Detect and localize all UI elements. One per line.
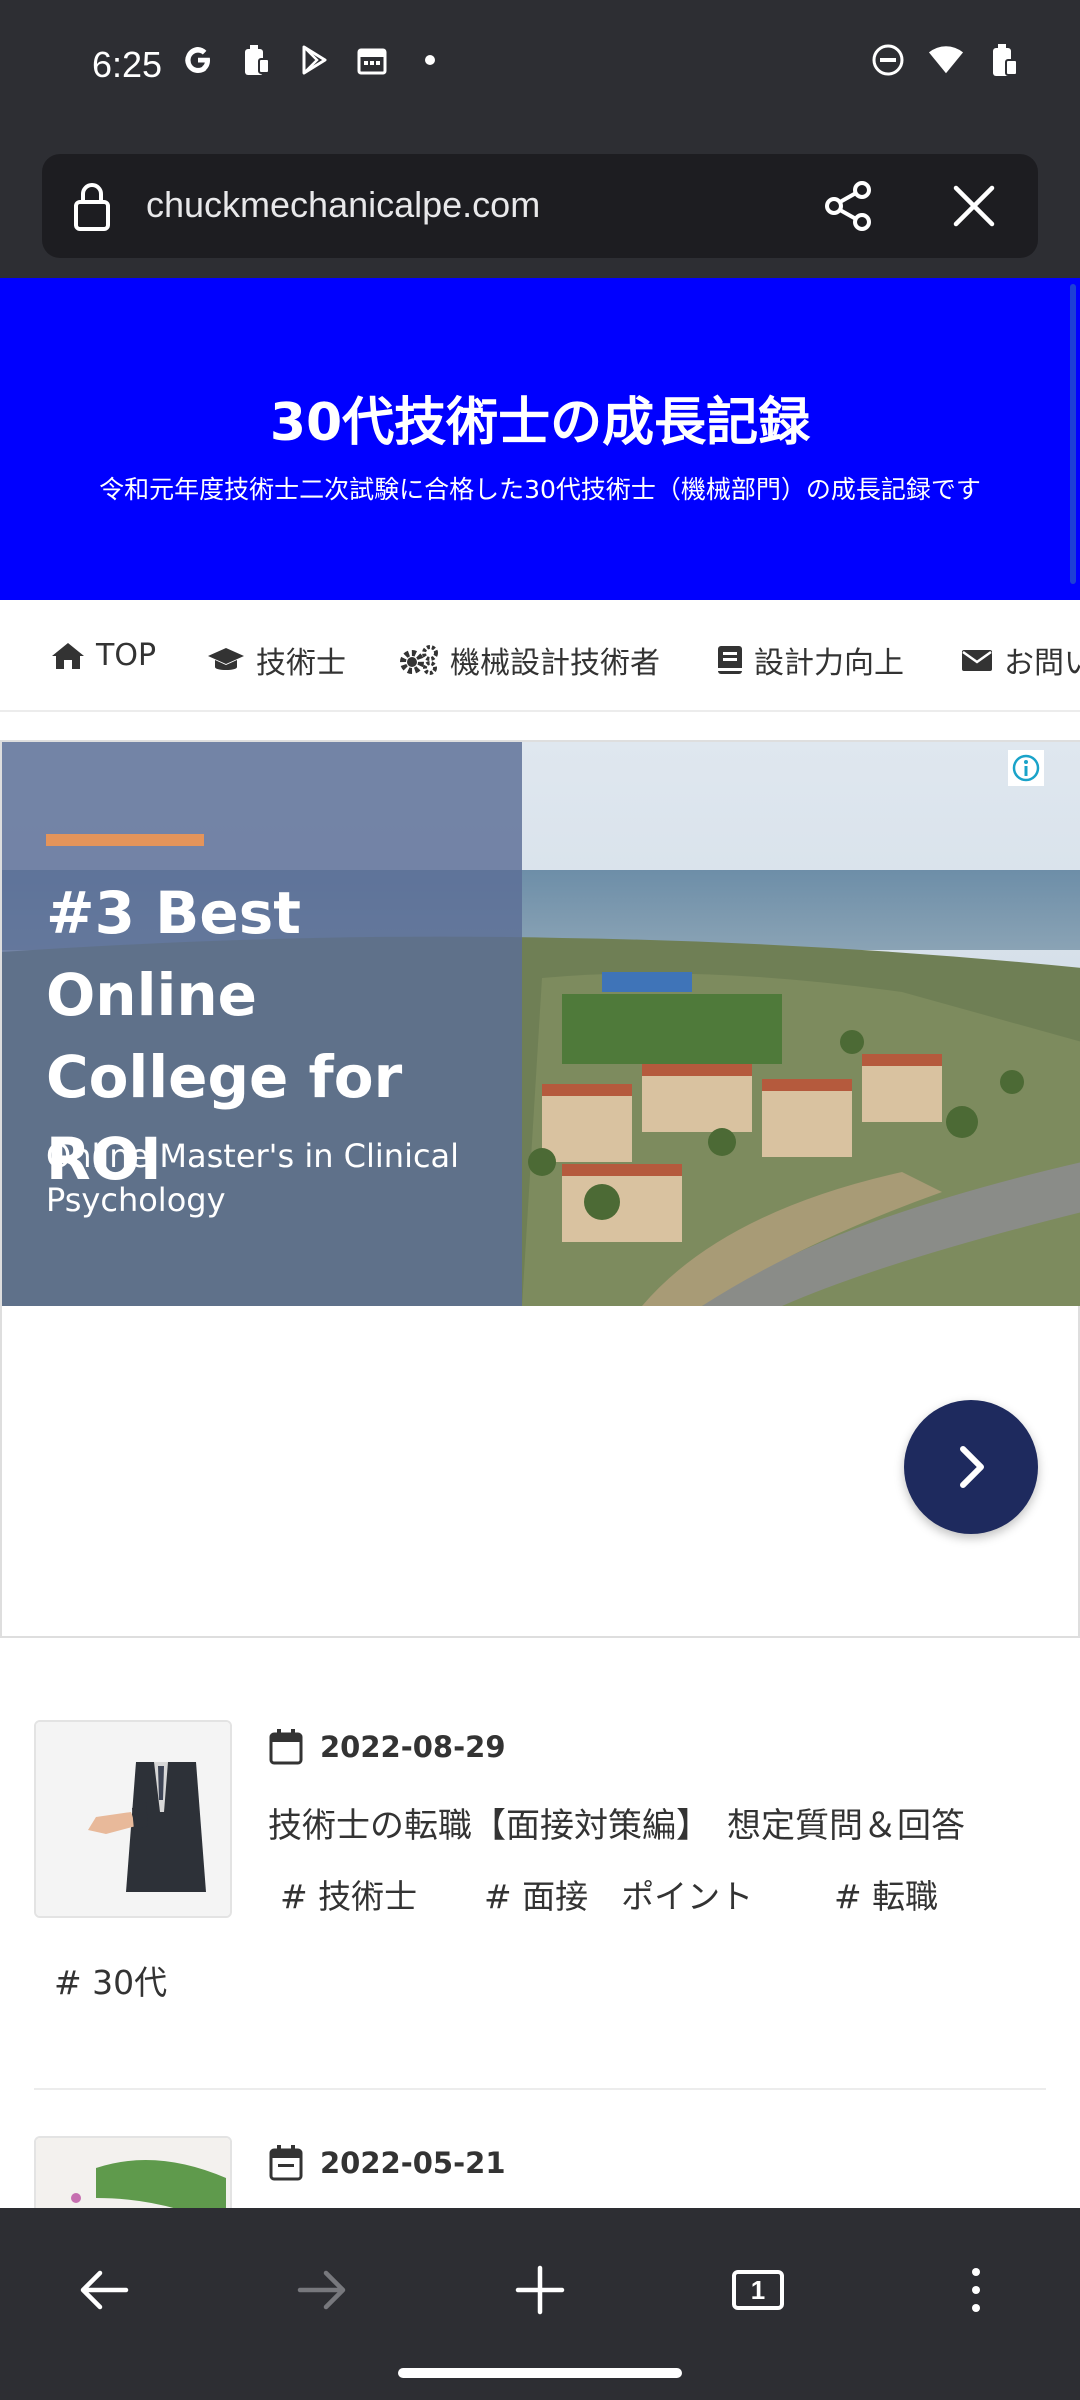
calendar-icon	[269, 1729, 303, 1765]
nav-label: TOP	[96, 638, 157, 673]
nav-label: お問い	[1004, 646, 1080, 681]
play-store-icon	[296, 42, 332, 78]
site-subtitle: 令和元年度技術士二次試験に合格した30代技術士（機械部門）の成長記録です	[99, 475, 981, 504]
battery-saver-icon	[238, 42, 274, 78]
tag-link[interactable]: # 技術士	[280, 1870, 417, 1918]
article-divider	[34, 2088, 1046, 2090]
article-thumbnail[interactable]	[34, 1720, 232, 1918]
tab-switcher-button[interactable]: 1	[722, 2254, 794, 2326]
more-options-icon	[972, 2268, 980, 2312]
status-bar: 6:25	[0, 0, 1080, 140]
envelope-icon	[962, 650, 992, 671]
back-arrow-icon	[80, 2270, 129, 2310]
advertisement[interactable]: #3 Best Online College for ROI Online Ma…	[0, 740, 1080, 1638]
article-date-row: 2022-05-21	[268, 2144, 506, 2182]
share-icon[interactable]	[820, 178, 876, 238]
battery-icon	[986, 42, 1022, 78]
forward-button[interactable]	[286, 2254, 358, 2326]
nav-item-engineer[interactable]: 技術士	[206, 638, 346, 682]
calendar-icon	[269, 2145, 303, 2181]
ad-subline[interactable]: Online Master's in Clinical Psychology	[46, 1134, 506, 1222]
site-nav: TOP 技術士 機械設計技術者 設計力向上 お問い	[0, 600, 1080, 712]
lock-icon[interactable]	[72, 180, 112, 236]
nav-item-design-skills[interactable]: 設計力向上	[716, 638, 904, 682]
nav-item-mechanical-design[interactable]: 機械設計技術者	[398, 638, 660, 682]
nav-label: 設計力向上	[754, 646, 904, 681]
ad-next-button[interactable]	[904, 1400, 1038, 1534]
book-icon	[718, 646, 742, 674]
info-icon[interactable]	[1008, 750, 1044, 786]
tag-link[interactable]: # 面接 ポイント	[484, 1870, 753, 1918]
site-header: 30代技術士の成長記録 令和元年度技術士二次試験に合格した30代技術士（機械部門…	[0, 278, 1080, 600]
chevron-right-icon	[960, 1446, 984, 1488]
gears-icon	[400, 645, 438, 675]
google-icon	[180, 42, 216, 78]
page-scrollbar[interactable]	[1070, 284, 1076, 584]
close-icon[interactable]	[948, 180, 1000, 236]
system-icons	[870, 42, 1022, 78]
nav-label: 技術士	[256, 646, 346, 681]
browser-bottom-bar: 1	[0, 2208, 1080, 2400]
status-time: 6:25	[92, 44, 163, 85]
graduation-cap-icon	[208, 648, 244, 670]
tag-link[interactable]: # 転職	[834, 1870, 938, 1918]
wifi-icon	[928, 42, 964, 78]
article-date: 2022-05-21	[320, 2146, 506, 2180]
new-tab-plus-icon	[515, 2265, 565, 2315]
handshake-photo	[36, 1722, 230, 1916]
browser-toolbar: chuckmechanicalpe.com	[0, 140, 1080, 278]
notification-icons	[180, 42, 448, 78]
more-options-button[interactable]	[940, 2254, 1012, 2326]
article-title[interactable]: 技術士の転職【面接対策編】 想定質問＆回答	[268, 1798, 965, 1847]
back-button[interactable]	[68, 2254, 140, 2326]
do-not-disturb-icon	[870, 42, 906, 78]
dot-icon	[412, 42, 448, 78]
nav-label: 機械設計技術者	[450, 646, 660, 681]
forward-arrow-icon	[297, 2270, 346, 2310]
calendar-icon	[354, 42, 390, 78]
home-icon	[52, 642, 84, 669]
article-date-row: 2022-08-29	[268, 1728, 506, 1766]
nav-item-top[interactable]: TOP	[50, 638, 156, 673]
ad-image[interactable]: #3 Best Online College for ROI Online Ma…	[2, 742, 1080, 1306]
ad-accent-bar	[46, 834, 204, 846]
site-title[interactable]: 30代技術士の成長記録	[0, 380, 1080, 455]
new-tab-button[interactable]	[504, 2254, 576, 2326]
tab-switcher-icon: 1	[732, 2270, 784, 2310]
article-date: 2022-08-29	[320, 1730, 506, 1764]
tag-link[interactable]: # 30代	[54, 1956, 167, 2004]
nav-item-contact[interactable]: お問い	[960, 638, 1080, 682]
url-text[interactable]: chuckmechanicalpe.com	[146, 184, 540, 226]
address-bar[interactable]: chuckmechanicalpe.com	[42, 154, 1038, 258]
home-gesture-bar[interactable]	[398, 2368, 682, 2378]
